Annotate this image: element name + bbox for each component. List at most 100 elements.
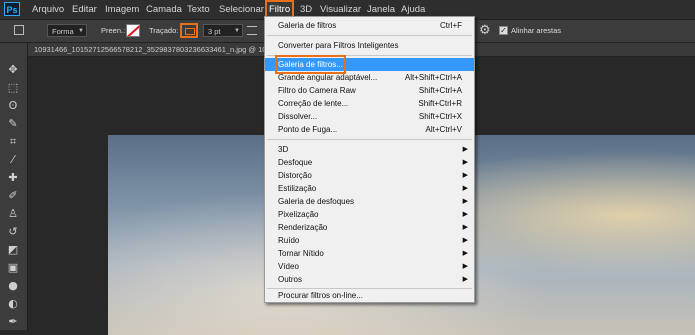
gradient-icon[interactable]: ▣	[4, 260, 22, 276]
stroke-width-input[interactable]: 3 pt ▼	[203, 24, 243, 37]
submenu-arrow-icon: ▶	[462, 185, 468, 192]
fill-swatch[interactable]	[126, 24, 140, 37]
menu-item-shortcut: Alt+Ctrl+V	[425, 125, 462, 134]
crop-icon[interactable]: ⌗	[4, 134, 22, 150]
tools-panel: ✥ ⬚ ʘ ✎ ⌗ ⁄ ✚ ✐ ♙ ↺ ◩ ▣ ● ◐ ✒	[0, 43, 28, 330]
pen-icon[interactable]: ✒	[4, 314, 22, 330]
healing-brush-icon[interactable]: ✚	[4, 170, 22, 186]
chevron-down-icon: ▼	[78, 28, 84, 34]
submenu-arrow-icon: ▶	[462, 263, 468, 270]
submenu-arrow-icon: ▶	[462, 250, 468, 257]
menu-texto[interactable]: Texto	[187, 0, 210, 19]
menu-item-filter-gallery[interactable]: Galeria de filtros...	[265, 55, 474, 74]
submenu-arrow-icon: ▶	[462, 211, 468, 218]
history-brush-icon[interactable]: ↺	[4, 224, 22, 240]
menu-item-dissolve[interactable]: Dissolver... Shift+Ctrl+X	[265, 110, 474, 123]
menu-item-label: Filtro do Camera Raw	[278, 86, 356, 95]
menu-item-label: Dissolver...	[278, 112, 318, 121]
menu-item-last-filter[interactable]: Galeria de filtros Ctrl+F	[265, 19, 474, 32]
filter-menu: Galeria de filtros Ctrl+F Converter para…	[264, 16, 475, 303]
submenu-renderizacao[interactable]: Renderização ▶	[265, 221, 474, 234]
menu-item-lens-correction[interactable]: Correção de lente... Shift+Ctrl+R	[265, 97, 474, 110]
quick-select-icon[interactable]: ✎	[4, 116, 22, 132]
submenu-tornar-nitido[interactable]: Tornar Nítido ▶	[265, 247, 474, 260]
eraser-icon[interactable]: ◩	[4, 242, 22, 258]
chevron-down-icon: ▼	[234, 28, 240, 34]
menu-item-label: Ponto de Fuga...	[278, 125, 338, 134]
align-edges-label: Alinhar arestas	[511, 26, 562, 35]
submenu-arrow-icon: ▶	[462, 172, 468, 179]
eyedropper-icon[interactable]: ⁄	[4, 152, 22, 168]
clone-stamp-icon[interactable]: ♙	[4, 206, 22, 222]
menu-item-label: Desfoque	[278, 158, 313, 167]
photoshop-logo: Ps	[4, 2, 20, 16]
menu-item-shortcut: Shift+Ctrl+R	[418, 99, 462, 108]
menu-item-shortcut: Ctrl+F	[440, 21, 462, 30]
move-icon[interactable]: ✥	[4, 62, 22, 78]
menu-item-label: Grande angular adaptável...	[278, 73, 378, 82]
menu-arquivo[interactable]: Arquivo	[32, 0, 64, 19]
submenu-arrow-icon: ▶	[462, 159, 468, 166]
menu-item-label: Galeria de filtros...	[275, 55, 346, 74]
menu-item-browse-online[interactable]: Procurar filtros on-line...	[265, 289, 474, 302]
document-tab-label: 10931466_1015271256657821​2_352983780323…	[34, 45, 271, 54]
menu-item-label: Outros	[278, 275, 303, 284]
menu-item-label: Distorção	[278, 171, 312, 180]
brush-icon[interactable]: ✐	[4, 188, 22, 204]
lasso-icon[interactable]: ʘ	[4, 98, 22, 114]
menu-item-label: Galeria de filtros	[278, 21, 337, 30]
submenu-3d[interactable]: 3D ▶	[265, 143, 474, 156]
menu-item-vanishing-point[interactable]: Ponto de Fuga... Alt+Ctrl+V	[265, 123, 474, 136]
dodge-icon[interactable]: ◐	[4, 296, 22, 312]
shape-tool-icon[interactable]	[14, 25, 24, 35]
menu-item-label: Pixelização	[278, 210, 319, 219]
submenu-video[interactable]: Vídeo ▶	[265, 260, 474, 273]
stroke-swatch[interactable]	[180, 23, 198, 38]
menu-item-smart-filters[interactable]: Converter para Filtros Inteligentes	[265, 39, 474, 52]
submenu-arrow-icon: ▶	[462, 198, 468, 205]
menu-item-shortcut: Shift+Ctrl+X	[418, 112, 462, 121]
submenu-arrow-icon: ▶	[462, 224, 468, 231]
submenu-ruido[interactable]: Ruído ▶	[265, 234, 474, 247]
stroke-width-value: 3 pt	[208, 27, 221, 36]
menu-item-adaptive-wide-angle[interactable]: Grande angular adaptável... Alt+Shift+Ct…	[265, 71, 474, 84]
submenu-arrow-icon: ▶	[462, 237, 468, 244]
menu-separator	[267, 139, 472, 140]
menu-separator	[267, 55, 472, 56]
submenu-desfoque[interactable]: Desfoque ▶	[265, 156, 474, 169]
menu-separator	[267, 35, 472, 36]
mode-select-value: Forma	[52, 27, 74, 36]
stroke-label: Traçado:	[149, 26, 179, 35]
menu-item-label: Vídeo	[278, 262, 299, 271]
menu-editar[interactable]: Editar	[72, 0, 97, 19]
menu-item-label: Tornar Nítido	[278, 249, 324, 258]
menu-item-camera-raw[interactable]: Filtro do Camera Raw Shift+Ctrl+A	[265, 84, 474, 97]
fill-label: Preen.:	[101, 26, 126, 35]
menu-camada[interactable]: Camada	[146, 0, 182, 19]
menu-item-label: Galeria de desfoques	[278, 197, 355, 206]
menu-item-shortcut: Alt+Shift+Ctrl+A	[404, 73, 462, 82]
submenu-arrow-icon: ▶	[462, 146, 468, 153]
submenu-outros[interactable]: Outros ▶	[265, 273, 474, 286]
stroke-type-icon[interactable]	[247, 26, 257, 35]
menu-imagem[interactable]: Imagem	[105, 0, 139, 19]
menu-item-label: Procurar filtros on-line...	[278, 291, 363, 300]
align-edges-checkbox[interactable]: ✓	[499, 26, 508, 35]
menu-item-label: Ruído	[278, 236, 300, 245]
mode-select[interactable]: Forma ▼	[47, 24, 87, 37]
submenu-galeria-desfoques[interactable]: Galeria de desfoques ▶	[265, 195, 474, 208]
submenu-arrow-icon: ▶	[462, 276, 468, 283]
menu-selecionar[interactable]: Selecionar	[219, 0, 264, 19]
submenu-pixelizacao[interactable]: Pixelização ▶	[265, 208, 474, 221]
marquee-icon[interactable]: ⬚	[4, 80, 22, 96]
submenu-estilizacao[interactable]: Estilização ▶	[265, 182, 474, 195]
blur-icon[interactable]: ●	[4, 278, 22, 294]
submenu-distorcao[interactable]: Distorção ▶	[265, 169, 474, 182]
menu-item-label: Correção de lente...	[278, 99, 349, 108]
menu-item-shortcut: Shift+Ctrl+A	[418, 86, 462, 95]
menu-item-label: 3D	[278, 145, 289, 154]
menu-item-label: Renderização	[278, 223, 328, 232]
menu-item-label: Estilização	[278, 184, 317, 193]
menu-item-label: Converter para Filtros Inteligentes	[278, 41, 399, 50]
gear-icon[interactable]: ⚙	[479, 23, 491, 38]
